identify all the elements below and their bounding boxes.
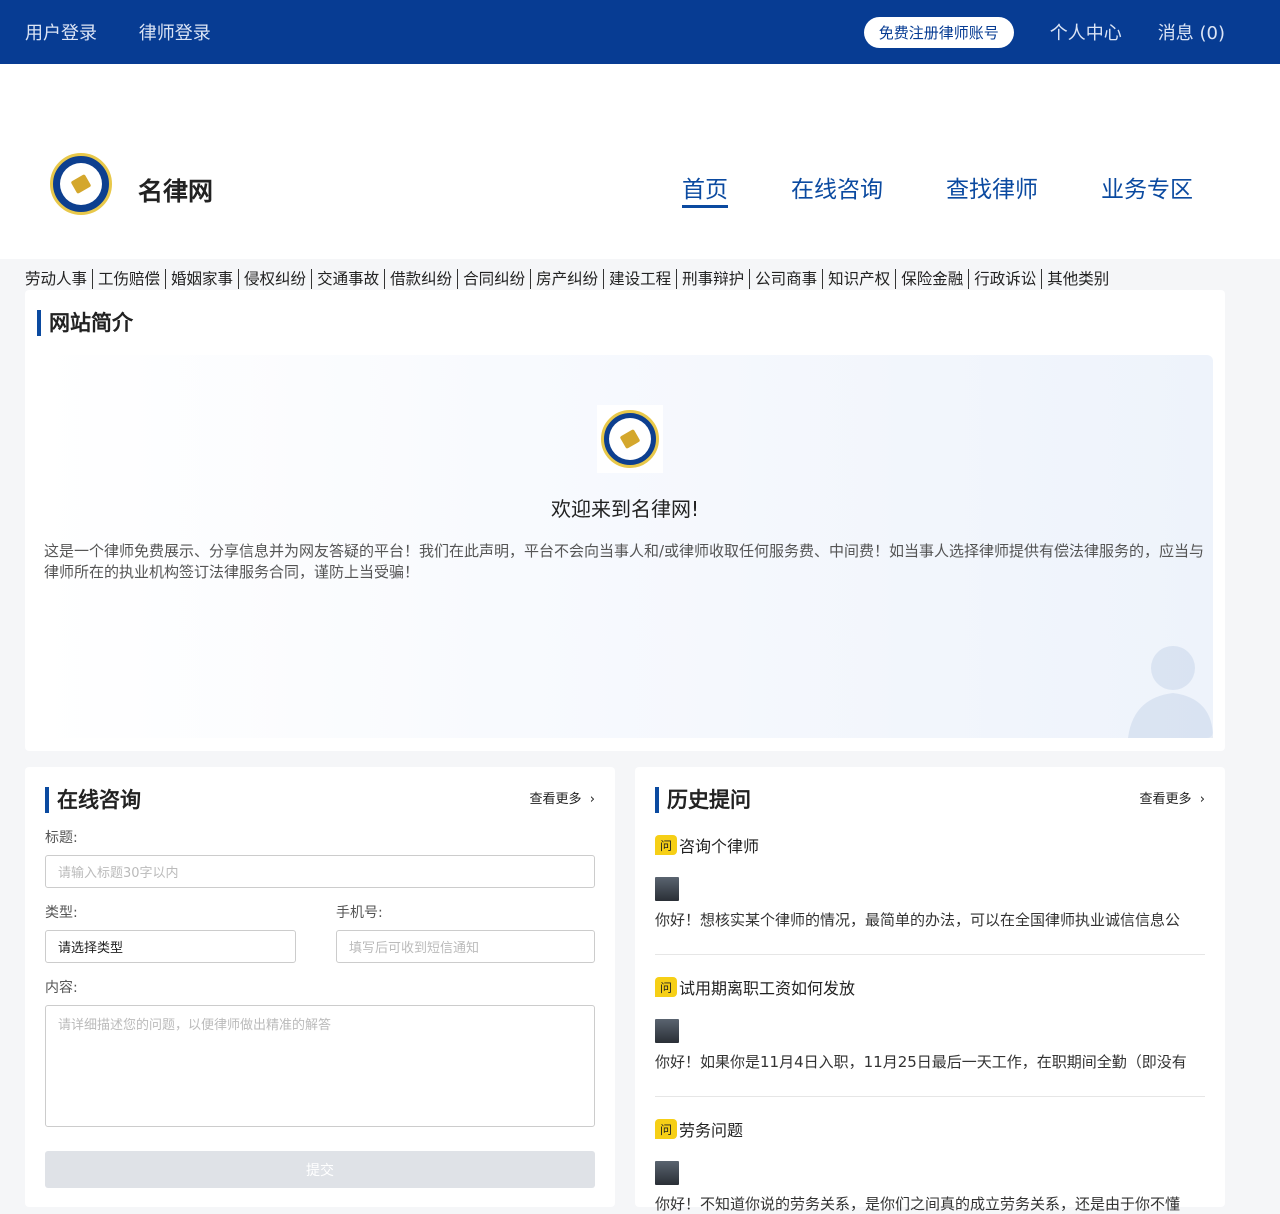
nav-home[interactable]: 首页 [682,170,728,208]
question-item[interactable]: 问咨询个律师 你好！想核实某个律师的情况，最简单的办法，可以在全国律师执业诚信信… [655,833,1205,955]
category-link[interactable]: 行政诉讼 [968,269,1041,289]
register-lawyer-button[interactable]: 免费注册律师账号 [863,16,1014,48]
divider [655,954,1205,955]
phone-input[interactable]: 填写后可收到短信通知 [336,930,595,963]
question-item[interactable]: 问劳务问题 你好！不知道你说的劳务关系，是你们之间真的成立劳务关系，还是由于你不… [655,1117,1205,1214]
title-input[interactable]: 请输入标题30字以内 [45,855,595,888]
category-link[interactable]: 借款纠纷 [384,269,457,289]
lawyer-avatar [655,1019,679,1043]
lawyer-login-link[interactable]: 律师登录 [139,23,211,44]
category-link[interactable]: 其他类别 [1041,269,1114,289]
answer-preview: 你好！想核实某个律师的情况，最简单的办法，可以在全国律师执业诚信信息公 [655,911,1181,929]
top-bar: 用户登录 律师登录 免费注册律师账号 个人中心 消息 (0) [0,0,1280,64]
content-textarea[interactable]: 请详细描述您的问题，以便律师做出精准的解答 [45,1005,595,1127]
type-label: 类型: [45,905,78,921]
question-badge-icon: 问 [655,977,677,997]
header: 名律网 首页 在线咨询 查找律师 业务专区 劳动人事 工伤赔偿 婚姻家事 侵权纠纷 交通… [0,64,1280,289]
category-link[interactable]: 合同纠纷 [457,269,530,289]
nav-online-consult[interactable]: 在线咨询 [791,170,883,208]
intro-description: 这是一个律师免费展示、分享信息并为网友答疑的平台！我们在此声明，平台不会向当事人… [44,542,1205,581]
online-consult-card: 在线咨询 查看更多 › 标题: 请输入标题30字以内 类型: 请选择类型 手机号:… [25,767,615,1207]
welcome-text: 欢迎来到名律网! [550,497,700,521]
section-title: 在线咨询 [57,788,141,812]
category-link[interactable]: 公司商事 [749,269,822,289]
intro-card: 网站简介 欢迎来到名律网! 这是一个律师免费展示、分享信息并为网友答疑的平台！我… [25,290,1225,751]
category-link[interactable]: 侵权纠纷 [238,269,311,289]
answer-preview: 你好！不知道你说的劳务关系，是你们之间真的成立劳务关系，还是由于你不懂 [655,1195,1181,1213]
question-item[interactable]: 问试用期离职工资如何发放 你好！如果你是11月4日入职，11月25日最后一天工作… [655,975,1205,1097]
category-link[interactable]: 婚姻家事 [165,269,238,289]
section-title: 网站简介 [37,310,1213,336]
type-select[interactable]: 请选择类型 [45,930,296,963]
question-title[interactable]: 试用期离职工资如何发放 [679,975,855,999]
category-bar: 劳动人事 工伤赔偿 婚姻家事 侵权纠纷 交通事故 借款纠纷 合同纠纷 房产纠纷 建设工程 刑事辩护… [25,269,1114,289]
history-questions-card: 历史提问 查看更多 › 问咨询个律师 你好！想核实某个律师的情况，最简单的办法，可… [635,767,1225,1213]
title-label: 标题: [45,830,78,846]
brand-name: 名律网 [138,177,214,206]
banner-logo [597,405,663,473]
question-badge-icon: 问 [655,835,677,855]
category-link[interactable]: 交通事故 [311,269,384,289]
personal-center-link[interactable]: 个人中心 [1050,19,1122,45]
category-link[interactable]: 建设工程 [603,269,676,289]
category-link[interactable]: 保险金融 [895,269,968,289]
question-title[interactable]: 咨询个律师 [679,833,759,857]
nav-business[interactable]: 业务专区 [1101,170,1193,208]
lawyer-silhouette-icon [1128,646,1213,738]
view-more-link[interactable]: 查看更多 › [1140,787,1205,813]
question-badge-icon: 问 [655,1119,677,1139]
messages-link[interactable]: 消息 (0) [1158,19,1225,45]
category-link[interactable]: 知识产权 [822,269,895,289]
main-nav: 首页 在线咨询 查找律师 业务专区 [682,170,1193,208]
phone-label: 手机号: [336,905,383,921]
answer-preview: 你好！如果你是11月4日入职，11月25日最后一天工作，在职期间全勤（即没有 [655,1053,1187,1071]
submit-button[interactable]: 提交 [45,1151,595,1188]
category-link[interactable]: 劳动人事 [25,269,92,289]
intro-banner: 欢迎来到名律网! 这是一个律师免费展示、分享信息并为网友答疑的平台！我们在此声明… [37,355,1213,738]
lawyer-avatar [655,877,679,901]
view-more-link[interactable]: 查看更多 › [530,787,595,813]
section-title: 历史提问 [667,788,751,812]
divider [655,1096,1205,1097]
category-link[interactable]: 工伤赔偿 [92,269,165,289]
category-link[interactable]: 房产纠纷 [530,269,603,289]
site-logo[interactable] [50,153,112,215]
question-title[interactable]: 劳务问题 [679,1117,743,1141]
content-label: 内容: [45,980,78,996]
category-link[interactable]: 刑事辩护 [676,269,749,289]
nav-find-lawyer[interactable]: 查找律师 [946,170,1038,208]
user-login-link[interactable]: 用户登录 [25,23,97,44]
lawyer-avatar [655,1161,679,1185]
